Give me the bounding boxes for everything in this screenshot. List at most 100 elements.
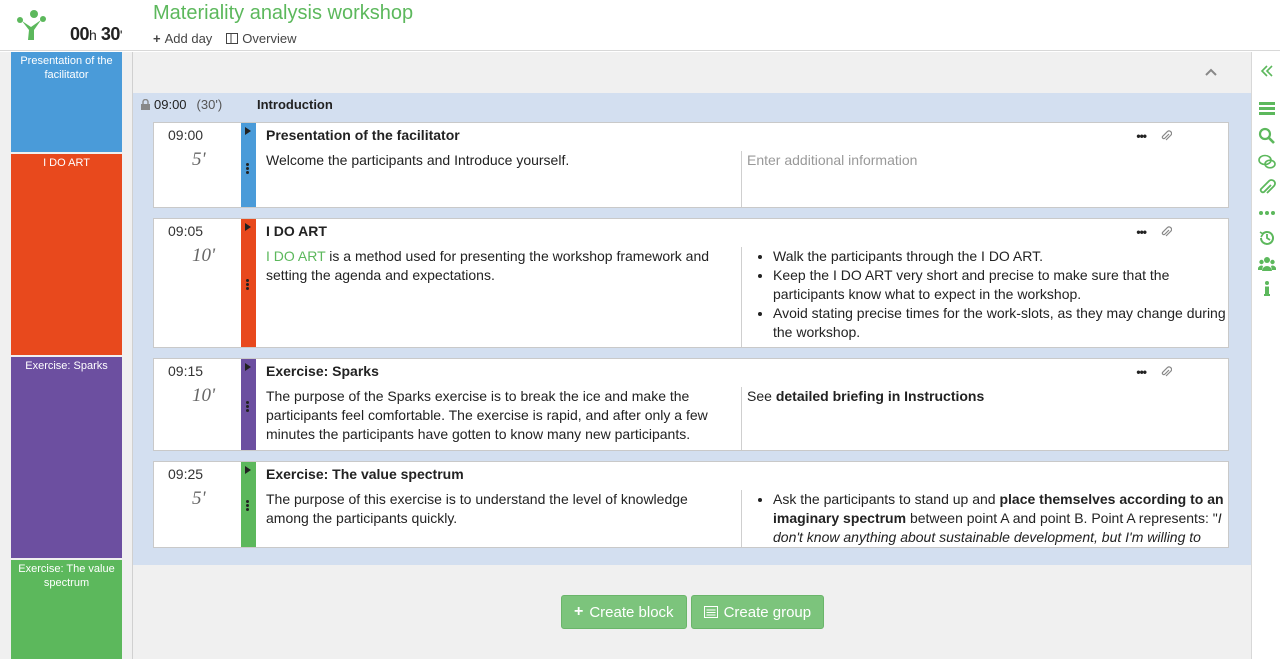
logo-icon[interactable] — [14, 8, 48, 42]
expand-arrow-icon[interactable] — [245, 363, 251, 371]
info-text: Ask the participants to stand up and — [773, 491, 1000, 507]
block-color-strip[interactable] — [241, 219, 256, 347]
block-duration[interactable]: 10' — [192, 245, 215, 267]
history-icon[interactable] — [1258, 229, 1276, 247]
agenda-main: 09:00 (30') Introduction 09:00 5' Presen… — [133, 52, 1251, 659]
block-color-strip[interactable] — [241, 123, 256, 207]
info-bold-text: detailed briefing in Instructions — [775, 388, 985, 404]
block-time: 09:15 — [168, 363, 204, 379]
block-title[interactable]: Exercise: Sparks — [266, 363, 379, 379]
drag-handle-icon[interactable] — [246, 279, 249, 291]
expand-arrow-icon[interactable] — [245, 127, 251, 135]
info-list-item: Ask the participants to stand up and pla… — [773, 490, 1227, 547]
more-options-icon[interactable]: ••• — [1136, 225, 1147, 239]
header: 00h 30' Materiality analysis workshop + … — [0, 0, 1280, 51]
block-time: 09:00 — [168, 127, 204, 143]
block-description[interactable]: Welcome the participants and Introduce y… — [266, 151, 726, 170]
agenda-block[interactable]: 09:15 10' Exercise: Sparks ••• The purpo… — [153, 358, 1229, 451]
sidebar-item-i-do-art[interactable]: I DO ART — [11, 154, 122, 355]
create-block-label: Create block — [589, 603, 674, 621]
duration-timer: 00h 30' — [70, 24, 123, 45]
block-actions: ••• — [1136, 225, 1172, 239]
more-options-icon[interactable]: ••• — [1136, 129, 1147, 143]
timeline-sidebar: Presentation of the facilitator I DO ART… — [0, 52, 133, 659]
block-title[interactable]: Presentation of the facilitator — [266, 127, 460, 143]
additional-info-field[interactable]: Enter additional information — [747, 151, 1227, 170]
more-icon[interactable] — [1258, 204, 1276, 222]
add-day-button[interactable]: + Add day — [153, 31, 212, 46]
column-divider — [741, 151, 742, 207]
users-icon[interactable] — [1258, 255, 1276, 273]
timer-hours: 00 — [70, 24, 90, 44]
block-duration[interactable]: 5' — [192, 149, 206, 171]
chevron-up-icon[interactable] — [1203, 64, 1219, 80]
info-list: Walk the participants through the I DO A… — [747, 247, 1227, 342]
create-group-label: Create group — [723, 603, 812, 621]
sidebar-item-presentation[interactable]: Presentation of the facilitator — [11, 52, 122, 152]
column-divider — [741, 247, 742, 347]
block-description[interactable]: The purpose of this exercise is to under… — [266, 490, 726, 528]
collapse-icon[interactable] — [1258, 62, 1276, 80]
add-day-label: Add day — [164, 31, 213, 46]
sidebar-item-value-spectrum[interactable]: Exercise: The value spectrum — [11, 560, 122, 659]
drag-handle-icon[interactable] — [246, 163, 249, 175]
sidebar-item-sparks[interactable]: Exercise: Sparks — [11, 357, 122, 558]
paperclip-icon[interactable] — [1160, 226, 1172, 238]
sidebar-item-label: Exercise: The value spectrum — [18, 563, 115, 589]
block-duration[interactable]: 10' — [192, 385, 215, 407]
block-color-strip[interactable] — [241, 359, 256, 450]
agenda-block[interactable]: 09:25 5' Exercise: The value spectrum Th… — [153, 461, 1229, 548]
block-actions: ••• — [1136, 129, 1172, 143]
block-title[interactable]: Exercise: The value spectrum — [266, 466, 464, 482]
sidebar-item-label: Presentation of the facilitator — [20, 55, 113, 81]
drag-handle-icon[interactable] — [246, 401, 249, 413]
block-color-strip[interactable] — [241, 462, 256, 547]
attachment-icon[interactable] — [1258, 179, 1276, 197]
search-icon[interactable] — [1258, 127, 1276, 145]
timer-minutes: 30 — [100, 24, 121, 44]
column-divider — [741, 387, 742, 450]
comments-icon[interactable] — [1258, 153, 1276, 171]
expand-arrow-icon[interactable] — [245, 223, 251, 231]
info-list-item: Keep the I DO ART very short and precise… — [773, 266, 1227, 304]
overview-button[interactable]: Overview — [226, 31, 296, 46]
create-block-button[interactable]: + Create block — [561, 595, 687, 629]
list-icon[interactable] — [1258, 100, 1276, 118]
info-text: between point A and point B. Point A rep… — [906, 510, 1218, 526]
page-title: Materiality analysis workshop — [153, 2, 414, 24]
lock-icon[interactable] — [141, 99, 150, 110]
agenda-block[interactable]: 09:00 5' Presentation of the facilitator… — [153, 122, 1229, 208]
paperclip-icon[interactable] — [1160, 366, 1172, 378]
description-text: is a method used for presenting the work… — [266, 248, 710, 283]
column-divider — [741, 490, 742, 547]
additional-info-field[interactable]: Ask the participants to stand up and pla… — [747, 490, 1227, 547]
block-title[interactable]: I DO ART — [266, 223, 327, 239]
sidebar-item-label: Exercise: Sparks — [25, 360, 108, 372]
expand-arrow-icon[interactable] — [245, 466, 251, 474]
more-options-icon[interactable]: ••• — [1136, 365, 1147, 379]
header-links: + Add day Overview — [153, 31, 296, 46]
timer-min-unit: ' — [119, 27, 123, 43]
block-description[interactable]: I DO ART is a method used for presenting… — [266, 247, 726, 285]
info-icon[interactable] — [1258, 280, 1276, 298]
additional-info-field[interactable]: See detailed briefing in Instructions — [747, 387, 1227, 406]
group-introduction: 09:00 (30') Introduction 09:00 5' Presen… — [133, 93, 1251, 565]
agenda-block[interactable]: 09:05 10' I DO ART ••• I DO ART is a met… — [153, 218, 1229, 348]
timer-h-unit: h — [89, 27, 97, 43]
plus-icon: + — [574, 603, 584, 620]
info-list: Ask the participants to stand up and pla… — [747, 490, 1227, 547]
drag-handle-icon[interactable] — [246, 500, 249, 512]
info-text: See — [747, 388, 776, 404]
right-toolbar — [1251, 52, 1280, 659]
create-group-button[interactable]: Create group — [690, 595, 825, 629]
block-duration[interactable]: 5' — [192, 488, 206, 510]
block-description[interactable]: The purpose of the Sparks exercise is to… — [266, 387, 726, 444]
group-icon — [703, 606, 718, 618]
i-do-art-link[interactable]: I DO ART — [266, 248, 325, 264]
block-time: 09:05 — [168, 223, 204, 239]
group-duration: (30') — [196, 97, 223, 112]
paperclip-icon[interactable] — [1160, 130, 1172, 142]
group-name[interactable]: Introduction — [257, 97, 333, 112]
additional-info-field[interactable]: Walk the participants through the I DO A… — [747, 247, 1227, 342]
footer-buttons: + Create block Create group — [561, 595, 825, 629]
